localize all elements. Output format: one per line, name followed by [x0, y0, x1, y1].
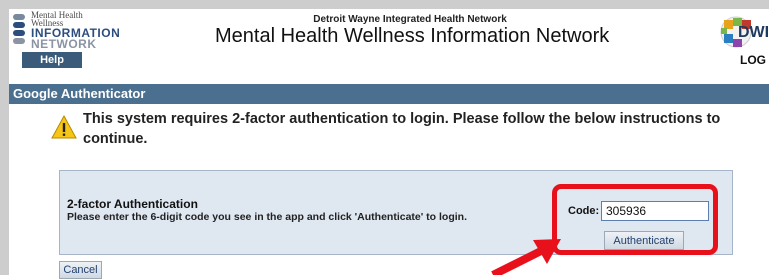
dwihn-puzzle-logo: DWIH	[716, 14, 769, 50]
cancel-button[interactable]: Cancel	[59, 261, 102, 279]
nav-bar	[9, 52, 769, 68]
logo-stripe	[13, 14, 25, 20]
logo-stripe	[13, 30, 25, 36]
section-title-bar: Google Authenticator	[9, 84, 769, 104]
logout-link[interactable]: LOG	[740, 53, 766, 67]
help-tab[interactable]: Help	[22, 52, 82, 68]
auth-instructions: Please enter the 6-digit code you see in…	[67, 211, 467, 223]
annotation-arrow-icon	[483, 236, 563, 279]
auth-heading: 2-factor Authentication	[67, 197, 198, 211]
warning-message: This system requires 2-factor authentica…	[83, 111, 721, 147]
mhwin-logo: Mental Health Wellness INFORMATION NETWO…	[13, 11, 163, 51]
window-frame-top	[0, 0, 769, 9]
organization-name: Detroit Wayne Integrated Health Network	[313, 14, 507, 25]
site-title: Mental Health Wellness Information Netwo…	[215, 25, 610, 47]
logo-stripe	[13, 22, 25, 28]
dwihn-logo-text: DWIH	[738, 24, 769, 41]
section-title: Google Authenticator	[13, 86, 146, 101]
window-frame-left	[0, 0, 9, 275]
logo-text-network: NETWORK	[31, 37, 97, 51]
warning-icon	[51, 114, 77, 140]
logo-stripe	[13, 38, 25, 44]
annotation-highlight-box	[552, 184, 718, 255]
